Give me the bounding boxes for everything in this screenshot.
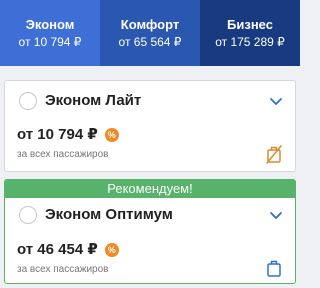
tab-econom[interactable]: Эконом от 10 794 ₽ bbox=[0, 0, 100, 66]
chevron-down-icon[interactable] bbox=[269, 211, 283, 221]
price-note: за всех пассажиров bbox=[17, 264, 109, 275]
recommended-banner: Рекомендуем! bbox=[5, 180, 295, 198]
tariff-radio-button[interactable] bbox=[19, 206, 37, 224]
tariff-price: от 46 454 ₽ bbox=[17, 241, 98, 258]
no-baggage-icon bbox=[266, 145, 282, 164]
tab-econom-price: от 10 794 ₽ bbox=[18, 34, 82, 49]
tariff-title: Эконом Лайт bbox=[45, 92, 142, 109]
tab-business[interactable]: Бизнес от 175 289 ₽ bbox=[200, 0, 300, 66]
baggage-icon bbox=[267, 260, 281, 277]
tab-business-price: от 175 289 ₽ bbox=[215, 34, 285, 49]
tariff-title: Эконом Оптимум bbox=[45, 206, 173, 223]
tab-comfort-price: от 65 564 ₽ bbox=[118, 34, 182, 49]
fare-class-tabs: Эконом от 10 794 ₽ Комфорт от 65 564 ₽ Б… bbox=[0, 0, 300, 66]
tab-comfort[interactable]: Комфорт от 65 564 ₽ bbox=[100, 0, 200, 66]
tariff-radio-button[interactable] bbox=[19, 92, 37, 110]
tab-econom-label: Эконом bbox=[25, 16, 75, 32]
tab-business-label: Бизнес bbox=[227, 16, 273, 32]
chevron-down-icon[interactable] bbox=[269, 97, 283, 107]
tariff-price: от 10 794 ₽ bbox=[17, 126, 98, 143]
tariff-card-econom-optimum[interactable]: Рекомендуем! Эконом Оптимум от 46 454 ₽ … bbox=[4, 179, 296, 284]
price-note: за всех пассажиров bbox=[17, 149, 109, 160]
tariff-price-row: от 10 794 ₽ % bbox=[17, 126, 119, 144]
tariff-price-row: от 46 454 ₽ % bbox=[17, 241, 119, 259]
discount-percent-icon: % bbox=[104, 128, 119, 142]
tariff-card-econom-lite[interactable]: Эконом Лайт от 10 794 ₽ % за всех пассаж… bbox=[4, 80, 296, 172]
fare-selection-page: Эконом от 10 794 ₽ Комфорт от 65 564 ₽ Б… bbox=[0, 0, 300, 288]
tab-comfort-label: Комфорт bbox=[120, 16, 180, 32]
discount-percent-icon: % bbox=[104, 243, 119, 257]
